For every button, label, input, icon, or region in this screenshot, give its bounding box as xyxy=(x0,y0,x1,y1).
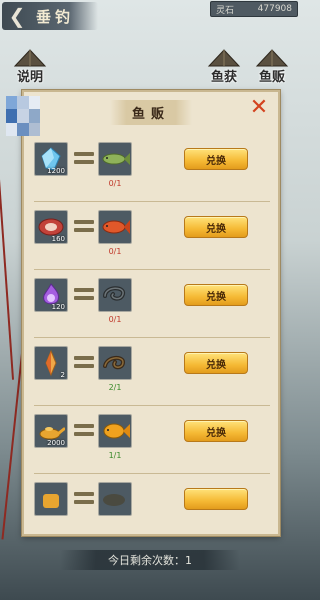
reward-item-slot[interactable] xyxy=(98,210,132,244)
red-fish-icon xyxy=(102,220,130,234)
reward-item-slot[interactable] xyxy=(98,346,132,380)
cost-count: 120 xyxy=(51,303,65,311)
exchange-button[interactable]: 兑换 xyxy=(184,352,248,374)
hat-icon xyxy=(207,49,241,67)
exchange-button[interactable] xyxy=(184,488,248,510)
exchange-list: 1200 0/1 兑换 160 0/1 兑换 120 0/1 兑换 2 2/1 … xyxy=(34,134,270,534)
cost-count: 160 xyxy=(51,235,65,243)
cost-item-slot[interactable]: 160 xyxy=(34,210,68,244)
reward-item-slot[interactable] xyxy=(98,278,132,312)
exchange-row: 2000 1/1 兑换 xyxy=(34,406,270,474)
panel-header: 鱼贩 xyxy=(24,92,278,132)
equals-icon xyxy=(74,354,94,370)
exchange-row: 120 0/1 兑换 xyxy=(34,270,270,338)
exchange-button[interactable]: 兑换 xyxy=(184,420,248,442)
fish-catch-button[interactable]: 鱼获 xyxy=(204,48,244,88)
avatar xyxy=(6,96,40,136)
cost-item-slot[interactable]: 2000 xyxy=(34,414,68,448)
exchange-row: 2 2/1 兑换 xyxy=(34,338,270,406)
cost-count: 2 xyxy=(60,371,65,379)
back-arrow-icon: ❮ xyxy=(8,4,26,28)
currency-display: 灵石 477908 xyxy=(210,1,298,17)
eel-icon xyxy=(103,286,125,301)
fish-shop-button[interactable]: 鱼贩 xyxy=(252,48,292,88)
reward-item-slot[interactable] xyxy=(98,142,132,176)
golden-fish-icon xyxy=(103,423,130,439)
exchange-row xyxy=(34,474,270,534)
exchange-row: 160 0/1 兑换 xyxy=(34,202,270,270)
equals-icon xyxy=(74,422,94,438)
currency-label: 灵石 xyxy=(216,5,235,16)
top-bar: ❮ 垂钓 灵石 477908 xyxy=(0,0,300,34)
decor-line xyxy=(0,150,15,380)
cost-item-slot[interactable]: 1200 xyxy=(34,142,68,176)
green-fish-icon xyxy=(102,153,130,165)
exchange-progress: 0/1 xyxy=(108,315,122,324)
close-button[interactable]: ✕ xyxy=(248,97,270,119)
exchange-button[interactable]: 兑换 xyxy=(184,284,248,306)
hat-icon xyxy=(255,49,289,67)
cost-item-slot[interactable]: 120 xyxy=(34,278,68,312)
cost-count: 1200 xyxy=(47,167,65,175)
cost-count: 2000 xyxy=(47,439,65,447)
cost-item-slot[interactable] xyxy=(34,482,68,516)
back-button[interactable]: ❮ 垂钓 xyxy=(2,2,98,30)
equals-icon xyxy=(74,218,94,234)
equals-icon xyxy=(74,150,94,166)
panel-title: 鱼贩 xyxy=(109,99,192,125)
currency-value: 477908 xyxy=(257,4,292,14)
fish-shop-panel: 鱼贩 ✕ 1200 0/1 兑换 160 0/1 兑换 120 0/1 兑换 2… xyxy=(22,90,280,536)
remaining-count-text: 今日剩余次数：1 xyxy=(60,550,240,570)
brown-eel-icon xyxy=(103,355,126,370)
instructions-button[interactable]: 说明 xyxy=(10,48,50,88)
gold-item-icon xyxy=(43,494,59,508)
exchange-progress: 2/1 xyxy=(108,383,122,392)
exchange-progress: 0/1 xyxy=(108,247,122,256)
exchange-button[interactable]: 兑换 xyxy=(184,148,248,170)
equals-icon xyxy=(74,286,94,302)
cost-item-slot[interactable]: 2 xyxy=(34,346,68,380)
dark-fish-icon xyxy=(103,494,125,506)
exchange-progress: 1/1 xyxy=(108,451,122,460)
exchange-row: 1200 0/1 兑换 xyxy=(34,134,270,202)
page-title: 垂钓 xyxy=(36,7,75,26)
exchange-progress: 0/1 xyxy=(108,179,122,188)
equals-icon xyxy=(74,490,94,506)
exchange-button[interactable]: 兑换 xyxy=(184,216,248,238)
reward-item-slot[interactable] xyxy=(98,414,132,448)
reward-item-slot[interactable] xyxy=(98,482,132,516)
hat-icon xyxy=(13,49,47,67)
